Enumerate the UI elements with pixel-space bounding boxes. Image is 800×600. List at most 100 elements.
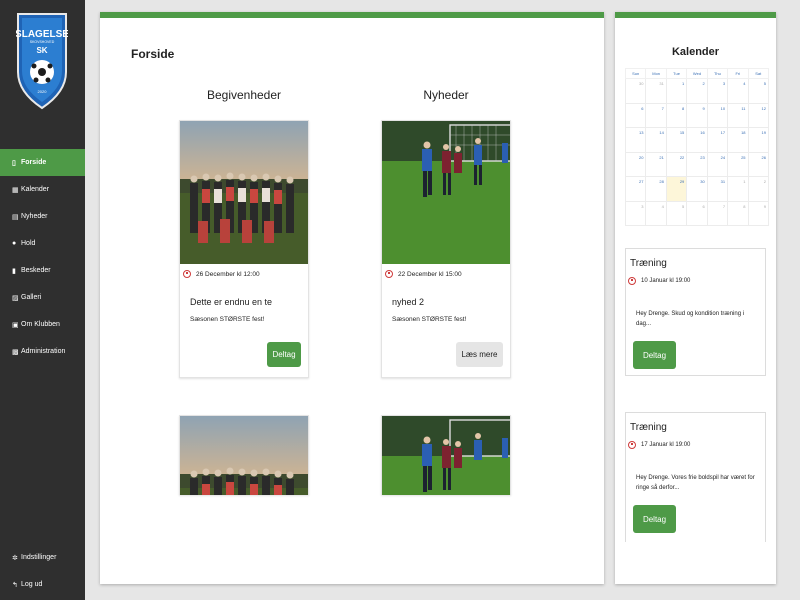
calendar-day[interactable]: 26	[747, 151, 770, 177]
newspaper-icon: ▤	[12, 213, 19, 221]
clock-icon	[628, 441, 636, 449]
calendar-day[interactable]: 31	[706, 176, 729, 202]
upcoming-event-card[interactable]: Træning 17 Januar kl 19:00 Hey Drenge. V…	[625, 412, 766, 542]
sidebar-item-label: Forside	[21, 159, 47, 166]
news-card-partial[interactable]	[381, 415, 511, 495]
calendar-day[interactable]: 12	[747, 102, 770, 128]
calendar-day[interactable]: 30	[624, 78, 647, 104]
calendar-day[interactable]: 6	[624, 102, 647, 128]
calendar-day[interactable]: 20	[624, 151, 647, 177]
calendar-day[interactable]: 11	[727, 102, 749, 128]
upcoming-event-text: Hey Drenge. Skud og kondition træning i …	[636, 311, 745, 327]
team-photo	[180, 416, 308, 495]
sidebar-nav: ▯ Forside ▦ Kalender ▤ Nyheder ● Hold ▮ Beske…	[0, 149, 85, 365]
sidebar-item-om-klubben[interactable]: ▣ Om Klubben	[0, 311, 85, 338]
sidebar-item-hold[interactable]: ● Hold	[0, 230, 85, 257]
event-card-partial[interactable]	[179, 415, 309, 495]
sidebar-item-kalender[interactable]: ▦ Kalender	[0, 176, 85, 203]
calendar-day[interactable]: 2	[747, 176, 770, 202]
calendar-day[interactable]: 30	[686, 176, 708, 202]
team-photo	[180, 121, 308, 264]
svg-text:SKOVSHOVED: SKOVSHOVED	[30, 40, 55, 44]
calendar-day[interactable]: 7	[706, 200, 729, 226]
weekday-label: Thu	[706, 68, 729, 79]
weekday-label: Sun	[624, 68, 647, 79]
calendar-day[interactable]: 4	[727, 78, 749, 104]
join-button[interactable]: Deltag	[633, 505, 676, 533]
calendar-day[interactable]: 22	[665, 151, 688, 177]
calendar-icon: ▦	[12, 186, 19, 194]
calendar-day[interactable]: 6	[686, 200, 708, 226]
calendar-day[interactable]: 8	[665, 102, 688, 128]
calendar-day[interactable]: 31	[645, 78, 667, 104]
weekday-label: Sat	[747, 68, 770, 79]
logout-link[interactable]: ↰ Log ud	[0, 571, 85, 598]
calendar-day[interactable]: 24	[706, 151, 729, 177]
calendar-day-today[interactable]: 29	[665, 176, 688, 202]
calendar-panel: Kalender Sun Mon Tue Wed Thu Fri Sat 30 …	[615, 12, 776, 584]
event-text: Sæsonen STØRSTE fest!	[190, 316, 265, 323]
calendar-day[interactable]: 18	[727, 127, 749, 153]
calendar-day[interactable]: 25	[727, 151, 749, 177]
svg-text:SLAGELSE: SLAGELSE	[16, 29, 68, 40]
weekday-label: Fri	[727, 68, 749, 79]
read-more-button[interactable]: Læs mere	[456, 342, 503, 367]
football-photo	[382, 416, 510, 495]
calendar-week: 30 31 1 2 3 4 5	[624, 78, 770, 104]
calendar-weekday-row: Sun Mon Tue Wed Thu Fri Sat	[624, 68, 770, 79]
calendar-day[interactable]: 15	[665, 127, 688, 153]
calendar-day[interactable]: 2	[686, 78, 708, 104]
weekday-label: Mon	[645, 68, 667, 79]
sidebar: SLAGELSE SKOVSHOVED SK 2020 ▯ Forside ▦ Ka…	[0, 0, 85, 600]
sidebar-item-beskeder[interactable]: ▮ Beskeder	[0, 257, 85, 284]
calendar-week: 6 7 8 9 10 11 12	[624, 102, 770, 128]
calendar-day[interactable]: 16	[686, 127, 708, 153]
calendar-day[interactable]: 8	[727, 200, 749, 226]
calendar-day[interactable]: 23	[686, 151, 708, 177]
sidebar-item-nyheder[interactable]: ▤ Nyheder	[0, 203, 85, 230]
info-icon: ▣	[12, 321, 19, 329]
calendar-day[interactable]: 9	[686, 102, 708, 128]
sidebar-item-galleri[interactable]: ▨ Galleri	[0, 284, 85, 311]
calendar-day[interactable]: 19	[747, 127, 770, 153]
club-logo[interactable]: SLAGELSE SKOVSHOVED SK 2020	[16, 10, 68, 110]
event-card[interactable]: 26 December kl 12:00 Dette er endnu en t…	[179, 120, 309, 378]
news-date-text: 22 December kl 15:00	[398, 270, 462, 278]
upcoming-event-card[interactable]: Træning 10 Januar kl 19:00 Hey Drenge. S…	[625, 248, 766, 376]
calendar-day[interactable]: 1	[665, 78, 688, 104]
upcoming-event-date: 10 Januar kl 19:00	[628, 277, 690, 285]
calendar-day[interactable]: 5	[665, 200, 688, 226]
event-date-text: 26 December kl 12:00	[196, 270, 260, 278]
calendar-day[interactable]: 28	[645, 176, 667, 202]
calendar-day[interactable]: 10	[706, 102, 729, 128]
calendar-day[interactable]: 21	[645, 151, 667, 177]
calendar-day[interactable]: 7	[645, 102, 667, 128]
calendar-day[interactable]: 3	[706, 78, 729, 104]
calendar-day[interactable]: 14	[645, 127, 667, 153]
calendar-week: 3 4 5 6 7 8 9	[624, 200, 770, 226]
calendar-title: Kalender	[671, 46, 720, 58]
join-button[interactable]: Deltag	[633, 341, 676, 369]
calendar-day[interactable]: 27	[624, 176, 647, 202]
sidebar-item-forside[interactable]: ▯ Forside	[0, 149, 85, 176]
svg-text:2020: 2020	[38, 89, 48, 94]
calendar-day[interactable]: 9	[747, 200, 770, 226]
sidebar-item-label: Galleri	[21, 294, 42, 301]
settings-label: Indstillinger	[21, 554, 57, 561]
calendar-day[interactable]: 3	[624, 200, 647, 226]
logout-icon: ↰	[12, 581, 18, 589]
calendar-day[interactable]: 1	[727, 176, 749, 202]
calendar-day[interactable]: 5	[747, 78, 770, 104]
calendar-day[interactable]: 13	[624, 127, 647, 153]
calendar-week: 27 28 29 30 31 1 2	[624, 176, 770, 202]
sidebar-item-administration[interactable]: ▩ Administration	[0, 338, 85, 365]
main-panel: Forside Begivenheder Nyheder 26 December…	[100, 12, 604, 584]
clock-icon	[385, 270, 393, 278]
settings-link[interactable]: ✲ Indstillinger	[0, 544, 85, 571]
calendar-day[interactable]: 17	[706, 127, 729, 153]
news-heading: Nyheder	[423, 88, 469, 102]
news-card[interactable]: 22 December kl 15:00 nyhed 2 Sæsonen STØ…	[381, 120, 511, 378]
calendar-day[interactable]: 4	[645, 200, 667, 226]
event-date: 26 December kl 12:00	[183, 270, 260, 278]
join-button[interactable]: Deltag	[267, 342, 301, 367]
